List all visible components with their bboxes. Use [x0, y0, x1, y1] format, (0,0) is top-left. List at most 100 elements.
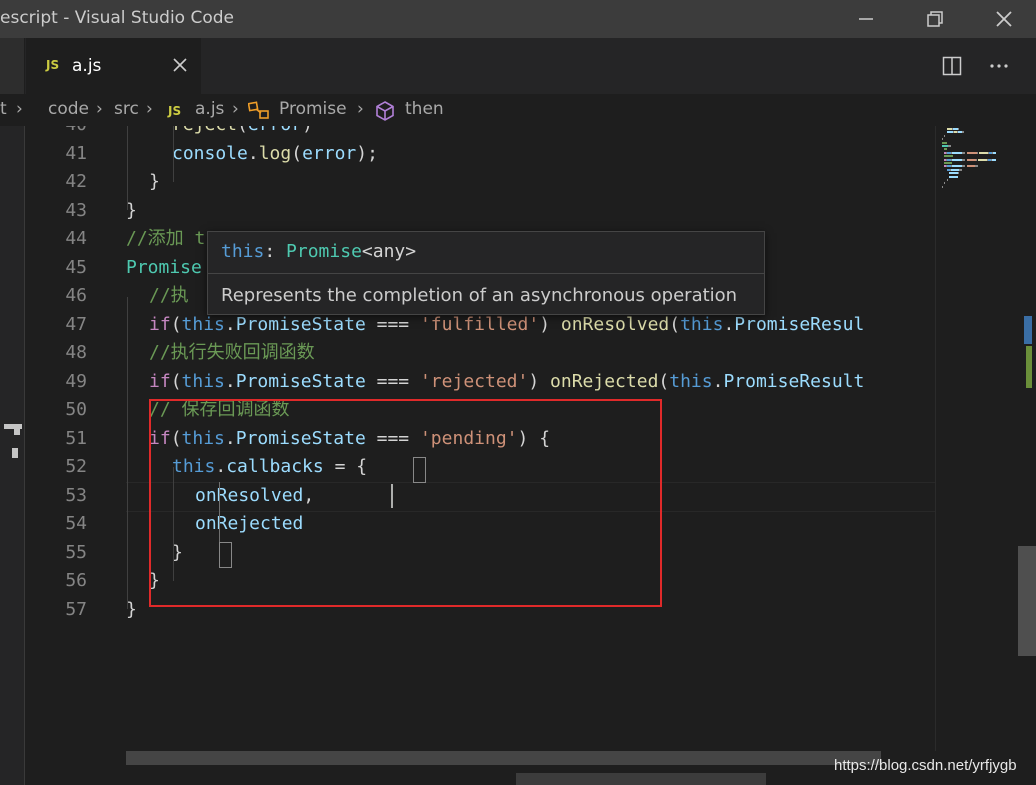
breadcrumb-item-class[interactable]: Promise [279, 99, 347, 119]
restore-button[interactable] [912, 0, 958, 38]
code-line[interactable]: 48 //执行失败回调函数 [25, 339, 935, 367]
line-number: 57 [65, 598, 87, 620]
tab-overflow-stub[interactable] [0, 38, 25, 94]
breadcrumb-root-fragment[interactable]: t [0, 99, 7, 119]
code-token: . [224, 313, 236, 335]
more-actions-icon [990, 64, 1008, 68]
minimap-stroke [958, 172, 960, 175]
indent-guide [173, 126, 174, 182]
code-line[interactable]: 41 console.log(error); [25, 140, 935, 168]
breadcrumb-item-src[interactable]: src [114, 99, 139, 119]
minimap-stroke [962, 131, 964, 134]
minimap-stroke [944, 162, 953, 164]
bottom-panel-edge [516, 773, 766, 785]
line-content: } [149, 168, 160, 196]
code-line[interactable]: 49 if(this.PromiseState === 'rejected') o… [25, 368, 935, 396]
minimap-stroke [949, 175, 959, 178]
line-number: 48 [65, 342, 87, 363]
code-token: ( [291, 142, 303, 164]
minimap-stroke [944, 155, 954, 158]
code-token: PromiseResul [734, 313, 865, 335]
code-token: . [712, 370, 724, 392]
code-token: ) [539, 313, 561, 335]
minimap-stroke [951, 151, 963, 154]
code-token: this [669, 370, 713, 392]
hover-sig-colon: : [264, 241, 287, 262]
code-token: . [224, 370, 236, 392]
code-token: if [149, 313, 171, 335]
breadcrumb-item-file[interactable]: a.js [195, 99, 224, 119]
line-number: 47 [65, 313, 87, 335]
minimap-stroke [957, 128, 959, 130]
line-number: 49 [65, 370, 87, 392]
line-number: 55 [65, 541, 87, 563]
close-window-button[interactable] [981, 0, 1027, 38]
breadcrumb-item-code[interactable]: code [48, 99, 89, 119]
tab-a-js[interactable]: JS a.js [26, 38, 201, 94]
minimize-icon [859, 18, 873, 20]
minimap-stroke [942, 185, 943, 188]
code-token: this [680, 313, 724, 335]
side-panel-edge [0, 126, 25, 785]
minimap-stroke [966, 165, 975, 168]
method-symbol-icon [374, 100, 396, 127]
close-icon [996, 11, 1012, 27]
line-content: if(this.PromiseState === 'rejected') onR… [149, 368, 864, 396]
tab-bar: JS a.js [0, 38, 1036, 94]
minimap-stroke [946, 179, 948, 181]
restore-icon [927, 11, 943, 27]
code-token: error [302, 142, 357, 164]
code-token: ( [669, 313, 681, 335]
minimap-stroke [962, 158, 966, 161]
vertical-scrollbar[interactable] [1018, 126, 1036, 751]
code-line[interactable]: 43} [25, 197, 935, 225]
breadcrumb-item-method[interactable]: then [405, 99, 444, 119]
more-actions-button[interactable] [987, 54, 1011, 78]
line-content: //执 [149, 282, 189, 310]
chevron-right-icon: › [16, 99, 23, 119]
hover-tooltip: this: Promise<any> Represents the comple… [207, 231, 765, 315]
minimap-stroke [966, 158, 976, 161]
line-number: 44 [65, 228, 87, 249]
vertical-scrollbar-thumb[interactable] [1018, 546, 1036, 656]
minimap-stroke [966, 151, 977, 154]
line-content: //添加 t [126, 225, 205, 253]
code-token: PromiseState [235, 370, 366, 392]
scroll-overview-marker [1026, 346, 1032, 388]
code-token: log [258, 142, 292, 164]
js-file-icon: JS [168, 104, 182, 118]
code-token: } [149, 171, 160, 192]
code-token: ) [302, 126, 313, 135]
code-token: error [248, 126, 302, 135]
code-line[interactable]: 42} [25, 168, 935, 196]
line-content: //执行失败回调函数 [149, 339, 315, 367]
indent-guide [127, 297, 128, 609]
tab-close-button[interactable] [170, 55, 190, 75]
minimap-stroke [962, 151, 966, 154]
minimap-stroke [993, 151, 996, 154]
minimap-stroke [978, 151, 988, 154]
horizontal-scrollbar-thumb[interactable] [126, 751, 881, 765]
code-token: onResolved [560, 313, 670, 335]
line-number: 54 [65, 513, 87, 534]
chevron-right-icon: › [232, 99, 239, 119]
code-line[interactable]: 40 reject(error) [25, 126, 935, 139]
highlight-annotation-box [149, 399, 662, 607]
code-token: 'fulfilled' [419, 313, 540, 335]
code-token: . [723, 313, 735, 335]
hover-sig-type: Promise [286, 241, 362, 262]
code-token: reject [172, 126, 237, 135]
code-token: ( [237, 126, 248, 135]
line-content: reject(error) [172, 126, 313, 139]
minimap[interactable] [935, 126, 1019, 751]
minimap-stroke [944, 134, 946, 137]
code-token: === [365, 313, 420, 335]
minimize-button[interactable] [843, 0, 889, 38]
split-editor-button[interactable] [940, 54, 964, 78]
minimap-stroke [962, 165, 966, 168]
code-token: ); [356, 142, 378, 164]
line-number: 50 [65, 399, 87, 420]
code-token: === [365, 370, 420, 392]
code-token: ( [658, 370, 670, 392]
code-token: //添加 t [126, 228, 206, 249]
